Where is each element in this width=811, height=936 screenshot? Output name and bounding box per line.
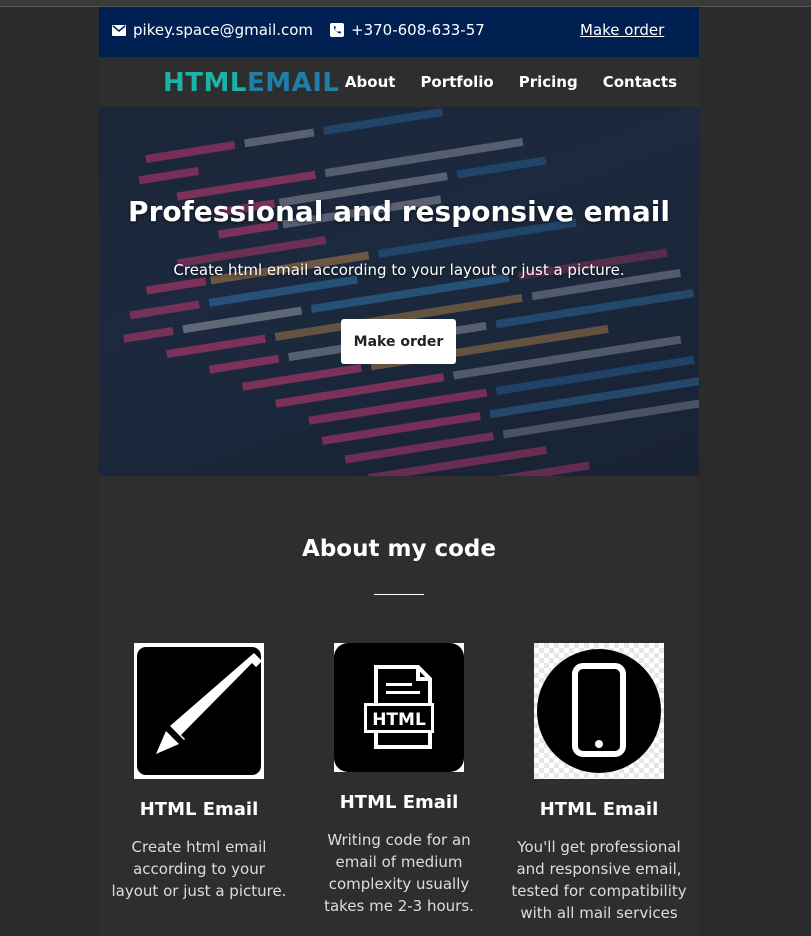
html-file-icon: HTML — [334, 643, 464, 772]
nav-item-portfolio[interactable]: Portfolio — [420, 73, 493, 91]
phone-contact[interactable]: +370-608-633-57 — [330, 21, 485, 39]
logo[interactable]: HTMLEMAIL — [163, 68, 339, 98]
email-text: pikey.space@gmail.com — [133, 21, 314, 39]
card-text: Create html email according to your layo… — [111, 838, 287, 900]
nav-menu: About Portfolio Pricing Contacts — [345, 73, 677, 91]
main-navigation: HTMLEMAIL About Portfolio Pricing Contac… — [99, 57, 699, 107]
email-contact[interactable]: pikey.space@gmail.com — [112, 21, 313, 39]
card-title: HTML Email — [139, 799, 259, 820]
nav-item-about[interactable]: About — [345, 73, 396, 91]
hero-title: Professional and responsive email — [128, 195, 670, 228]
window-top-edge — [0, 0, 811, 7]
nav-item-pricing[interactable]: Pricing — [519, 73, 578, 91]
card-title: HTML Email — [539, 799, 659, 820]
pencil-icon — [134, 643, 264, 779]
phone-text: +370-608-633-57 — [351, 21, 485, 39]
card-text: Writing code for an email of medium comp… — [324, 831, 474, 915]
hero-banner: Professional and responsive email Create… — [99, 107, 699, 476]
title-divider — [374, 594, 424, 595]
logo-part-email: EMAIL — [246, 68, 340, 98]
feature-card: HTML HTML Email Writing code for an emai… — [309, 643, 489, 917]
envelope-icon — [112, 24, 126, 36]
nav-item-contacts[interactable]: Contacts — [603, 73, 677, 91]
make-order-link[interactable]: Make order — [580, 21, 664, 39]
about-section: About my code HTML Email Create html ema… — [99, 476, 699, 936]
hero-subtitle: Create html email according to your layo… — [173, 261, 625, 279]
feature-card: HTML Email You'll get professional and r… — [509, 643, 689, 924]
about-title: About my code — [302, 536, 496, 562]
hero-make-order-button[interactable]: Make order — [341, 319, 456, 364]
phone-icon — [330, 23, 344, 37]
svg-text:HTML: HTML — [372, 710, 426, 730]
card-text: You'll get professional and responsive e… — [511, 838, 687, 922]
smartphone-icon — [534, 643, 664, 779]
feature-card: HTML Email Create html email according t… — [109, 643, 289, 902]
hero-overlay — [99, 107, 699, 476]
contact-bar: pikey.space@gmail.com +370-608-633-57 Ma… — [99, 7, 699, 57]
logo-part-html: HTML — [163, 68, 247, 98]
email-template: pikey.space@gmail.com +370-608-633-57 Ma… — [99, 7, 699, 936]
card-title: HTML Email — [339, 792, 459, 813]
